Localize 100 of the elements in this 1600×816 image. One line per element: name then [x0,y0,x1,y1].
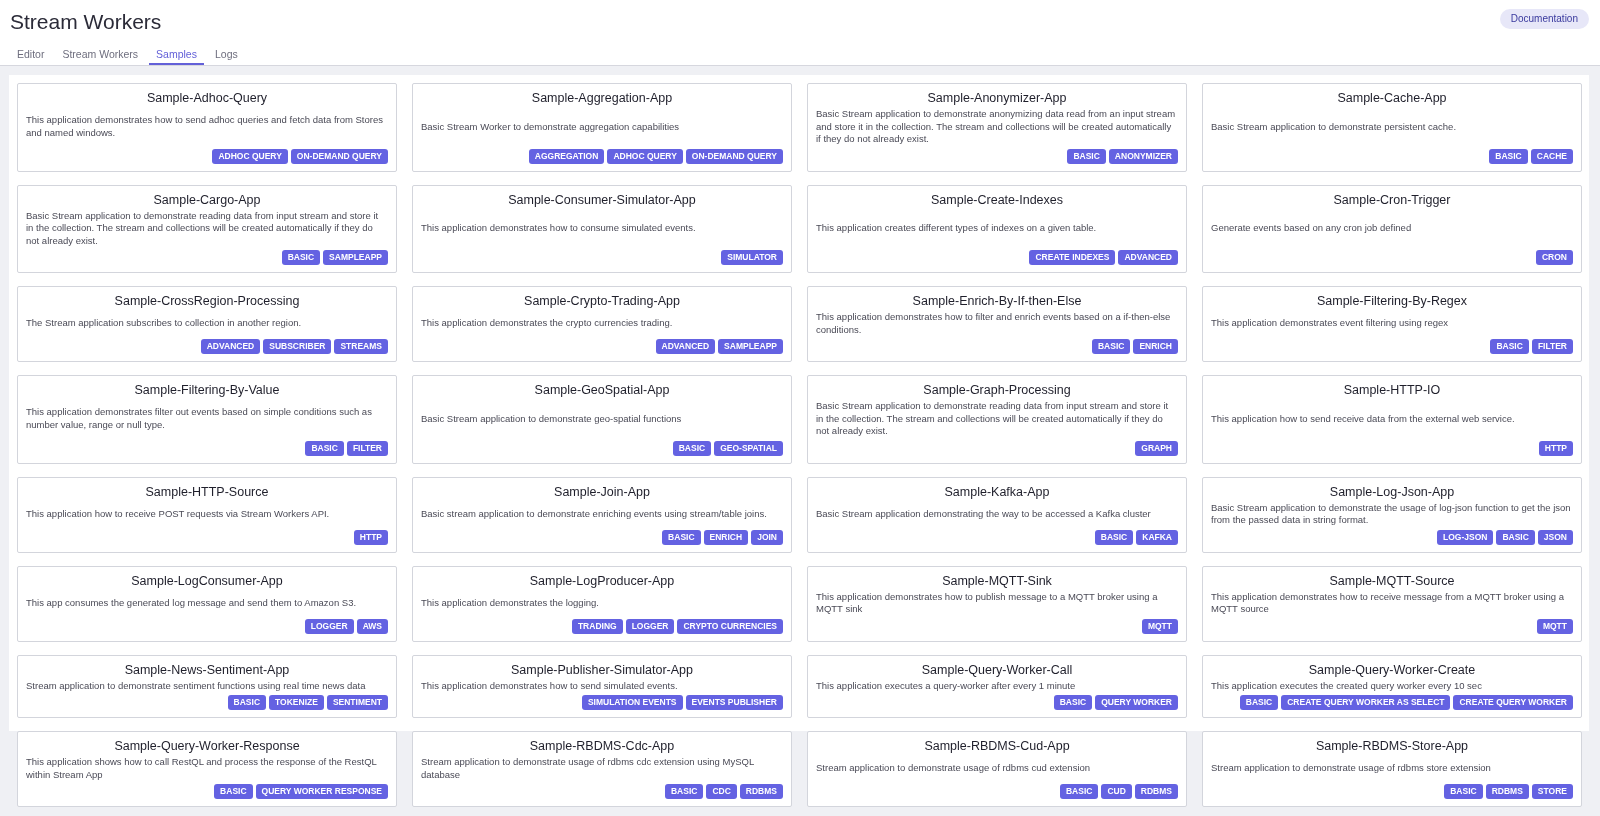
sample-title: Sample-GeoSpatial-App [533,382,671,398]
sample-card[interactable]: Sample-LogConsumer-App This app consumes the generated log message and send them to Amazon S3. LOGGER AWS [17,565,397,642]
sample-card[interactable]: Sample-Adhoc-Query This application demonstrates how to send adhoc queries and fetch data from Stores and named windows. ADHOC QUERY ON-DEMAND QUERY [17,83,397,172]
sample-tag: HTTP [1538,440,1573,456]
sample-tag: BASIC [227,695,267,710]
sample-tag: SIMULATION EVENTS [581,695,683,710]
sample-card[interactable]: Sample-Cache-App Basic Stream application to demonstrate persistent cache. BASIC CACHE [1202,83,1582,172]
sample-tag: BASIC [281,250,321,265]
sample-card[interactable]: Sample-Crypto-Trading-App This application demonstrates the crypto currencies trading. ADVANCED SAMPLEAPP [412,286,792,362]
sample-tag: STREAMS [334,339,388,354]
sample-tag: SAMPLEAPP [323,250,388,265]
sample-tag: GRAPH [1135,440,1178,456]
sample-description: This application demonstrates how to send adhoc queries and fetch data from Stores and named windows. [26,114,384,140]
sample-description: Basic Stream application to demonstrate anonymizing data read from an input stream and store it in the collection. The stream and collections will be created automatically if they do not already exist. [816,108,1177,146]
sample-tag: AWS [356,618,388,634]
sample-title: Sample-Crypto-Trading-App [523,293,681,309]
sample-tag: TRADING [571,618,623,634]
sample-card[interactable]: Sample-RBDMS-Store-App Stream application to demonstrate usage of rdbms store extension BASIC RDBMS STORE [1202,731,1582,807]
sample-tag: KAFKA [1136,529,1178,545]
sample-tag: CREATE QUERY WORKER [1453,695,1573,710]
sample-card[interactable]: Sample-LogProducer-App This application demonstrates the logging. TRADING LOGGER CRYPTO CURRENCIES [412,565,792,642]
sample-card[interactable]: Sample-RBDMS-Cdc-App Stream application to demonstrate usage of rdbms cdc extension using MySQL database BASIC CDC RDBMS [412,731,792,807]
sample-title: Sample-HTTP-Source [144,483,270,500]
sample-title: Sample-Cargo-App [152,191,262,208]
sample-description: This application how to receive POST requests via Stream Workers API. [26,507,331,521]
sample-tag: CUD [1101,784,1132,799]
sample-card[interactable]: Sample-CrossRegion-Processing The Stream application subscribes to collection in another region. ADVANCED SUBSCRIBER STREAMS [17,286,397,362]
sample-tag: FILTER [346,440,388,456]
sample-tag: BASIC [664,784,704,799]
sample-tag: CREATE INDEXES [1029,250,1116,265]
sample-tag: CRYPTO CURRENCIES [677,618,783,634]
sample-title: Sample-RBDMS-Cud-App [923,738,1071,754]
sample-card[interactable]: Sample-HTTP-Source This application how to receive POST requests via Stream Workers API. HTTP [17,476,397,553]
sample-card[interactable]: Sample-Aggregation-App Basic Stream Worker to demonstrate aggregation capabilities AGGREGATION ADHOC QUERY ON-DEMAND QUERY [412,83,792,172]
sample-title: Sample-Enrich-By-If-then-Else [911,293,1083,309]
sample-card[interactable]: Sample-HTTP-IO This application how to send receive data from the external web service. HTTP [1202,375,1582,464]
sample-tag: BASIC [1489,148,1528,164]
sample-title: Sample-Filtering-By-Value [133,382,281,398]
sample-title: Sample-Anonymizer-App [926,90,1068,106]
sample-card[interactable]: Sample-GeoSpatial-App Basic Stream application to demonstrate geo-spatial functions BASIC GEO-SPATIAL [412,375,792,464]
sample-tag: BASIC [1496,529,1535,545]
sample-card[interactable]: Sample-Query-Worker-Response This application shows how to call RestQL and process the response of the RestQL within Stream App BASIC QUERY WORKER RESPONSE [17,731,397,807]
sample-title: Sample-Kafka-App [943,483,1051,500]
sample-description: Basic Stream application to demonstrate the usage of log-json function to get the json from the passed data in string format. [1211,501,1572,527]
sample-tag: RDBMS [1134,784,1178,799]
sample-tag: JSON [1537,529,1573,545]
sample-card[interactable]: Sample-Create-Indexes This application creates different types of indexes on a given table. CREATE INDEXES ADVANCED [807,184,1187,273]
sample-title: Sample-Join-App [553,483,651,500]
sample-description: Generate events based on any cron job defined [1211,222,1413,235]
sample-card[interactable] [807,83,1187,172]
sample-card[interactable]: Sample-MQTT-Source This application demonstrates how to receive message from a MQTT broker using a MQTT source MQTT [1202,565,1582,642]
sample-description: Basic stream application to demonstrate enriching events using stream/table joins. [421,507,768,521]
sample-tag: ENRICH [703,529,749,545]
sample-tag: EVENTS PUBLISHER [685,695,783,710]
sample-tag: ON-DEMAND QUERY [685,148,783,164]
sample-tag: BASIC [1091,339,1131,354]
sample-description: Stream application to demonstrate usage of rdbms cdc extension using MySQL database [421,756,755,781]
sample-card[interactable]: Sample-Kafka-App Basic Stream application demonstrating the way to be accessed a Kafka cluster BASIC KAFKA [807,476,1187,553]
sample-card[interactable]: Sample-Query-Worker-Create This application executes the created query worker every 10 sec BASIC CREATE QUERY WORKER AS SELECT CREATE QUERY WORKER [1202,654,1582,718]
sample-tag: BASIC [672,440,712,456]
sample-description: This application demonstrates how to filter and enrich events based on a if-then-else conditions. [816,311,1172,336]
sample-title: Sample-RBDMS-Cdc-App [528,738,676,754]
sample-card[interactable]: Sample-Filtering-By-Regex This application demonstrates event filtering using regex BASIC FILTER [1202,286,1582,362]
sample-card[interactable]: Sample-News-Sentiment-App Stream application to demonstrate sentiment functions using real time news data BASIC TOKENIZE SENTIMENT [17,654,397,718]
sample-card[interactable] [17,184,397,273]
sample-tag: ON-DEMAND QUERY [290,148,388,164]
sample-tag: MQTT [1536,618,1573,634]
sample-description: This application how to send receive data from the external web service. [1211,412,1516,425]
sample-card[interactable]: Sample-RBDMS-Cud-App Stream application to demonstrate usage of rdbms cud extension BASIC CUD RDBMS [807,731,1187,807]
sample-tag: MQTT [1141,618,1178,634]
sample-card[interactable]: Sample-MQTT-Sink This application demonstrates how to publish message to a MQTT broker using a MQTT sink MQTT [807,565,1187,642]
sample-tag: BASIC [1239,695,1279,710]
sample-card[interactable]: Sample-Cron-Trigger Generate events based on any cron job defined CRON [1202,184,1582,273]
sample-tag: ADVANCED [655,339,716,354]
sample-card[interactable]: Sample-Query-Worker-Call This application executes a query-worker after every 1 minute BASIC QUERY WORKER [807,654,1187,718]
sample-description: This app consumes the generated log message and send them to Amazon S3. [26,596,358,610]
tab[interactable]: Editor [10,44,52,65]
sample-title: Sample-LogConsumer-App [130,572,284,589]
sample-card[interactable]: Sample-Consumer-Simulator-App This application demonstrates how to consume simulated events. SIMULATOR [412,184,792,273]
documentation-button[interactable]: Documentation [1499,8,1589,29]
sample-description: Stream application to demonstrate sentiment functions using real time news data [26,679,367,692]
sample-description: The Stream application subscribes to collection in another region. [26,317,303,330]
sample-tag: AGGREGATION [528,148,605,164]
sample-card[interactable]: Sample-Enrich-By-If-then-Else This application demonstrates how to filter and enrich events based on a if-then-else conditions. BASIC ENRICH [807,286,1187,362]
sample-description: This application demonstrates how to consume simulated events. [421,222,697,235]
sample-tag: SENTIMENT [326,695,388,710]
sample-card[interactable]: Sample-Join-App Basic stream application to demonstrate enriching events using stream/table joins. BASIC ENRICH JOIN [412,476,792,553]
tab[interactable]: Stream Workers [55,44,146,65]
sample-card[interactable] [807,375,1187,464]
sample-description: This application demonstrates how to publish message to a MQTT broker using a MQTT sink [816,590,1159,616]
sample-tag: FILTER [1531,339,1573,354]
sample-card[interactable]: Sample-Log-Json-App Basic Stream application to demonstrate the usage of log-json function to get the json from the passed data in string format. LOG-JSON BASIC JSON [1202,476,1582,553]
sample-description: This application demonstrates filter out events based on simple conditions such as number value, range or null type. [26,406,373,432]
tab[interactable]: Logs [207,44,245,65]
sample-card[interactable]: Sample-Publisher-Simulator-App This application demonstrates how to send simulated events. SIMULATION EVENTS EVENTS PUBLISHER [412,654,792,718]
sample-description: Stream application to demonstrate usage of rdbms store extension [1211,762,1492,775]
sample-title: Sample-News-Sentiment-App [123,661,291,678]
sample-card[interactable]: Sample-Filtering-By-Value This application demonstrates filter out events based on simple conditions such as number value, range or null type. BASIC FILTER [17,375,397,464]
sample-title: Sample-MQTT-Sink [941,572,1053,589]
sample-tag: ADHOC QUERY [212,148,288,164]
